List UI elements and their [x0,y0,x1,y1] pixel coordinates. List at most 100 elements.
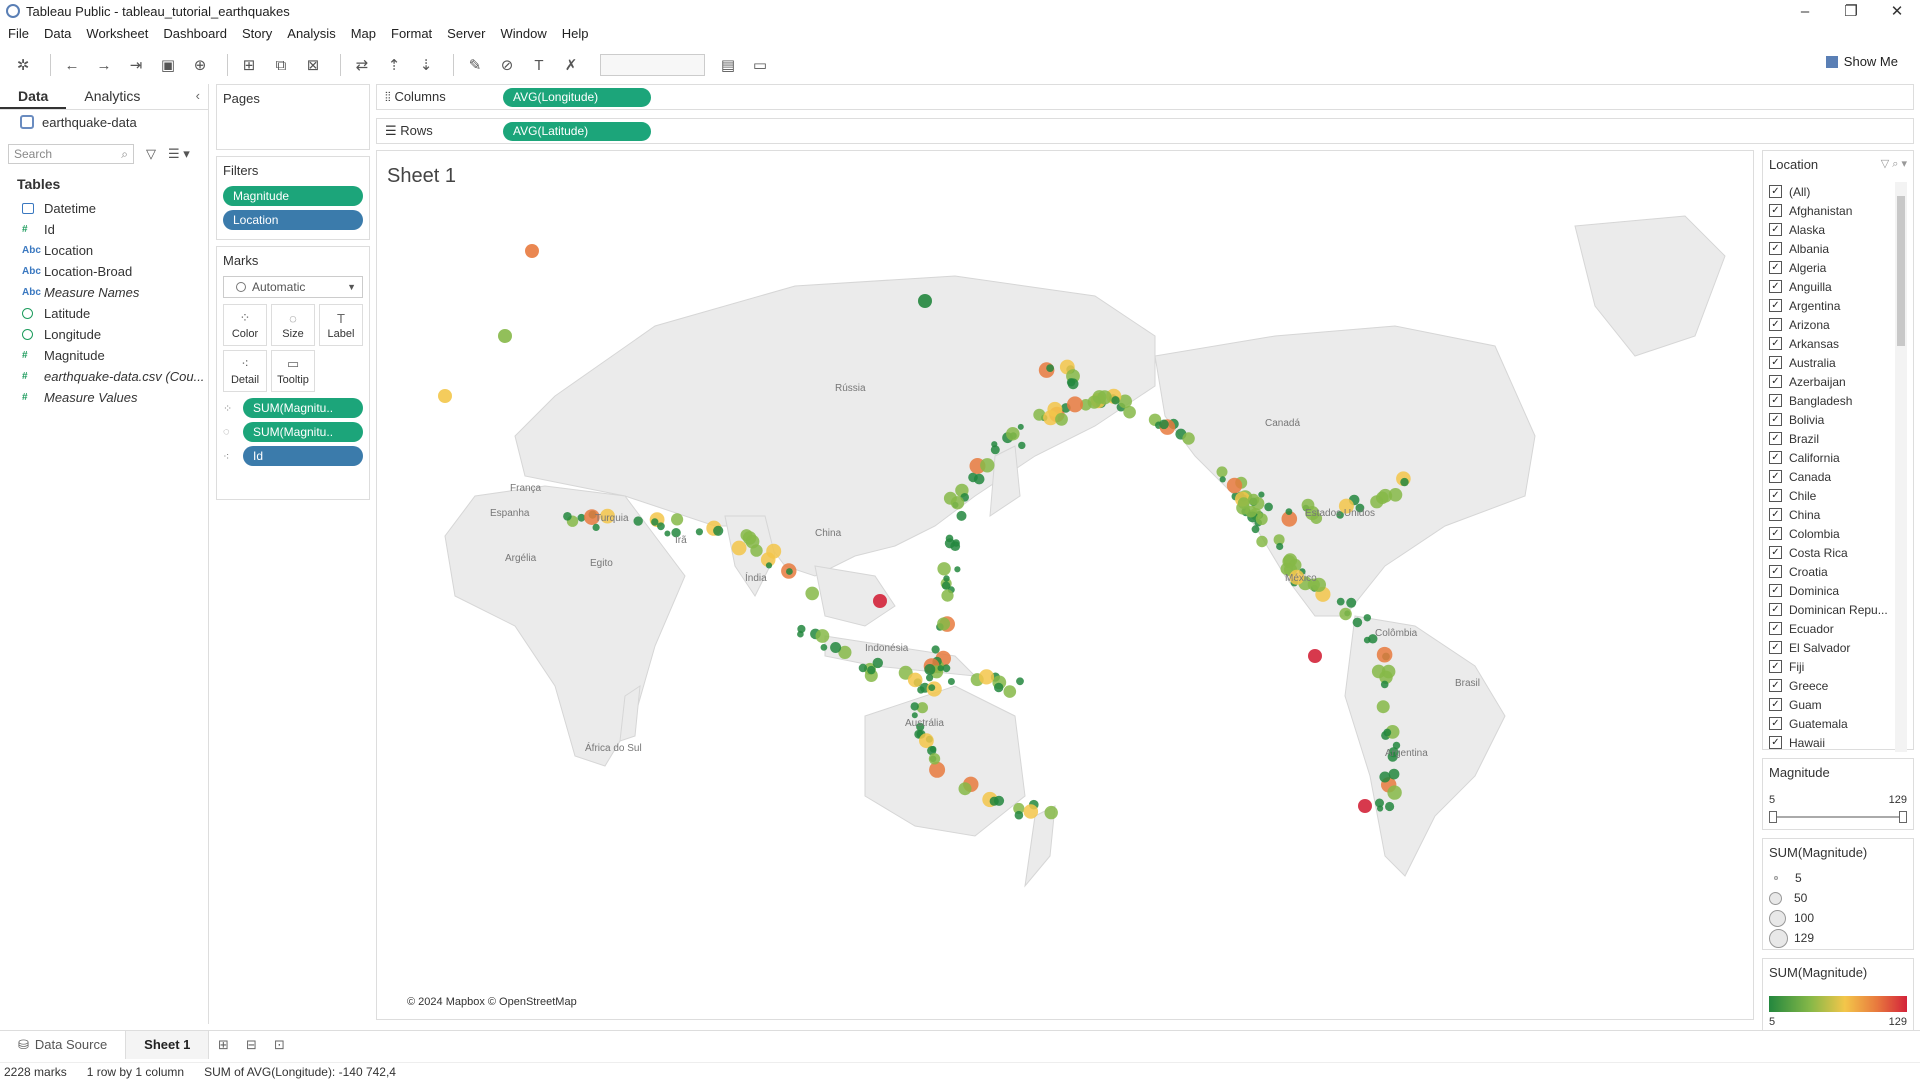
slider-max-handle[interactable] [1899,811,1907,823]
presentation-mode-icon[interactable]: ▭ [747,52,773,78]
location-item[interactable]: ✓ Guatemala [1769,714,1907,733]
earthquake-mark[interactable] [1055,412,1068,426]
menu-help[interactable]: Help [562,26,589,41]
checkbox-icon[interactable]: ✓ [1769,451,1782,464]
earthquake-mark[interactable] [633,516,643,526]
earthquake-mark[interactable] [657,522,665,531]
clear-sheet-icon[interactable]: ⊠ [300,52,326,78]
show-cards-icon[interactable]: ▤ [715,52,741,78]
sheet-title[interactable]: Sheet 1 [387,165,456,188]
earthquake-mark[interactable] [750,544,763,557]
earthquake-mark[interactable] [1336,597,1345,606]
size-legend-item[interactable]: 129 [1769,928,1907,948]
earthquake-mark[interactable] [815,629,830,643]
earthquake-mark[interactable] [917,686,925,694]
earthquake-mark[interactable] [1247,493,1260,506]
location-item[interactable]: ✓ Afghanistan [1769,201,1907,220]
earthquake-mark[interactable] [943,575,950,582]
earthquake-mark[interactable] [671,513,684,526]
tab-data-source[interactable]: ⛁ Data Source [0,1031,125,1059]
checkbox-icon[interactable]: ✓ [1769,242,1782,255]
earthquake-mark[interactable] [1285,508,1293,515]
earthquake-mark[interactable] [1387,785,1402,800]
earthquake-mark[interactable] [926,674,934,682]
checkbox-icon[interactable]: ✓ [1769,223,1782,236]
checkbox-icon[interactable]: ✓ [1769,641,1782,654]
field-item[interactable]: Abc Location-Broad [0,261,208,282]
duplicate-sheet-icon[interactable]: ⧉ [268,52,294,78]
location-item[interactable]: ✓ Fiji [1769,657,1907,676]
earthquake-mark[interactable] [1381,664,1396,679]
location-item[interactable]: ✓ El Salvador [1769,638,1907,657]
earthquake-mark[interactable] [1383,728,1392,737]
earthquake-mark[interactable] [1276,542,1284,551]
menu-story[interactable]: Story [242,26,272,41]
earthquake-mark[interactable] [1123,405,1136,419]
location-scrollbar[interactable] [1895,182,1907,752]
checkbox-icon[interactable]: ✓ [1769,698,1782,711]
earthquake-mark[interactable] [1087,395,1101,409]
earthquake-mark[interactable] [931,645,940,654]
earthquake-mark[interactable] [918,294,932,308]
earthquake-mark[interactable] [742,531,757,545]
marks-pill-detail[interactable]: Id [243,446,363,466]
columns-shelf[interactable]: ⦙⦙ Columns AVG(Longitude) [376,84,1914,110]
earthquake-mark[interactable] [1352,617,1363,628]
checkbox-icon[interactable]: ✓ [1769,375,1782,388]
color-gradient[interactable] [1769,996,1907,1012]
location-item[interactable]: ✓ Albania [1769,239,1907,258]
mark-type-dropdown[interactable]: Automatic ▼ [223,276,363,298]
menu-window[interactable]: Window [500,26,546,41]
earthquake-mark[interactable] [954,566,961,573]
checkbox-icon[interactable]: ✓ [1769,413,1782,426]
location-item[interactable]: ✓ Alaska [1769,220,1907,239]
earthquake-mark[interactable] [1046,364,1054,372]
earthquake-mark[interactable] [947,678,955,685]
fit-dropdown[interactable] [600,54,705,76]
checkbox-icon[interactable]: ✓ [1769,280,1782,293]
new-worksheet-icon[interactable]: ⊞ [209,1037,237,1053]
filter-icon[interactable]: ▽ [146,146,156,162]
earthquake-mark[interactable] [973,473,985,485]
earthquake-mark[interactable] [1018,441,1026,450]
location-item[interactable]: ✓ Argentina [1769,296,1907,315]
earthquake-mark[interactable] [990,445,1000,455]
tooltip-button[interactable]: ▭ Tooltip [271,350,315,392]
earthquake-mark[interactable] [958,782,972,796]
earthquake-mark[interactable] [1017,423,1024,430]
new-dashboard-icon[interactable]: ⊟ [237,1037,265,1053]
checkbox-icon[interactable]: ✓ [1769,736,1782,749]
earthquake-mark[interactable] [1067,396,1083,413]
earthquake-mark[interactable] [695,528,703,536]
field-item[interactable]: # Measure Values [0,387,208,408]
new-story-icon[interactable]: ⊡ [265,1037,293,1053]
location-item[interactable]: ✓ Colombia [1769,524,1907,543]
earthquake-mark[interactable] [867,665,876,675]
checkbox-icon[interactable]: ✓ [1769,394,1782,407]
earthquake-mark[interactable] [1159,419,1169,430]
scrollbar-thumb[interactable] [1897,196,1905,346]
location-item[interactable]: ✓ Chile [1769,486,1907,505]
save-icon[interactable]: ▣ [155,52,181,78]
menu-file[interactable]: File [8,26,29,41]
earthquake-mark[interactable] [1182,432,1195,445]
location-item[interactable]: ✓ Azerbaijan [1769,372,1907,391]
sort-ascending-icon[interactable]: ⇡ [381,52,407,78]
earthquake-mark[interactable] [907,672,923,688]
earthquake-mark[interactable] [664,530,671,537]
checkbox-icon[interactable]: ✓ [1769,261,1782,274]
earthquake-mark[interactable] [786,568,793,575]
checkbox-icon[interactable]: ✓ [1769,204,1782,217]
menu-map[interactable]: Map [351,26,376,41]
earthquake-mark[interactable] [919,733,934,749]
checkbox-icon[interactable]: ✓ [1769,660,1782,673]
earthquake-mark[interactable] [1111,396,1120,405]
location-item[interactable]: ✓ Arizona [1769,315,1907,334]
labels-icon[interactable]: T [526,52,552,78]
checkbox-icon[interactable]: ✓ [1769,356,1782,369]
earthquake-mark[interactable] [1006,427,1020,441]
detail-button[interactable]: ⁖ Detail [223,350,267,392]
earthquake-mark[interactable] [651,518,659,526]
earthquake-mark[interactable] [1255,513,1268,526]
earthquake-mark[interactable] [830,642,842,653]
